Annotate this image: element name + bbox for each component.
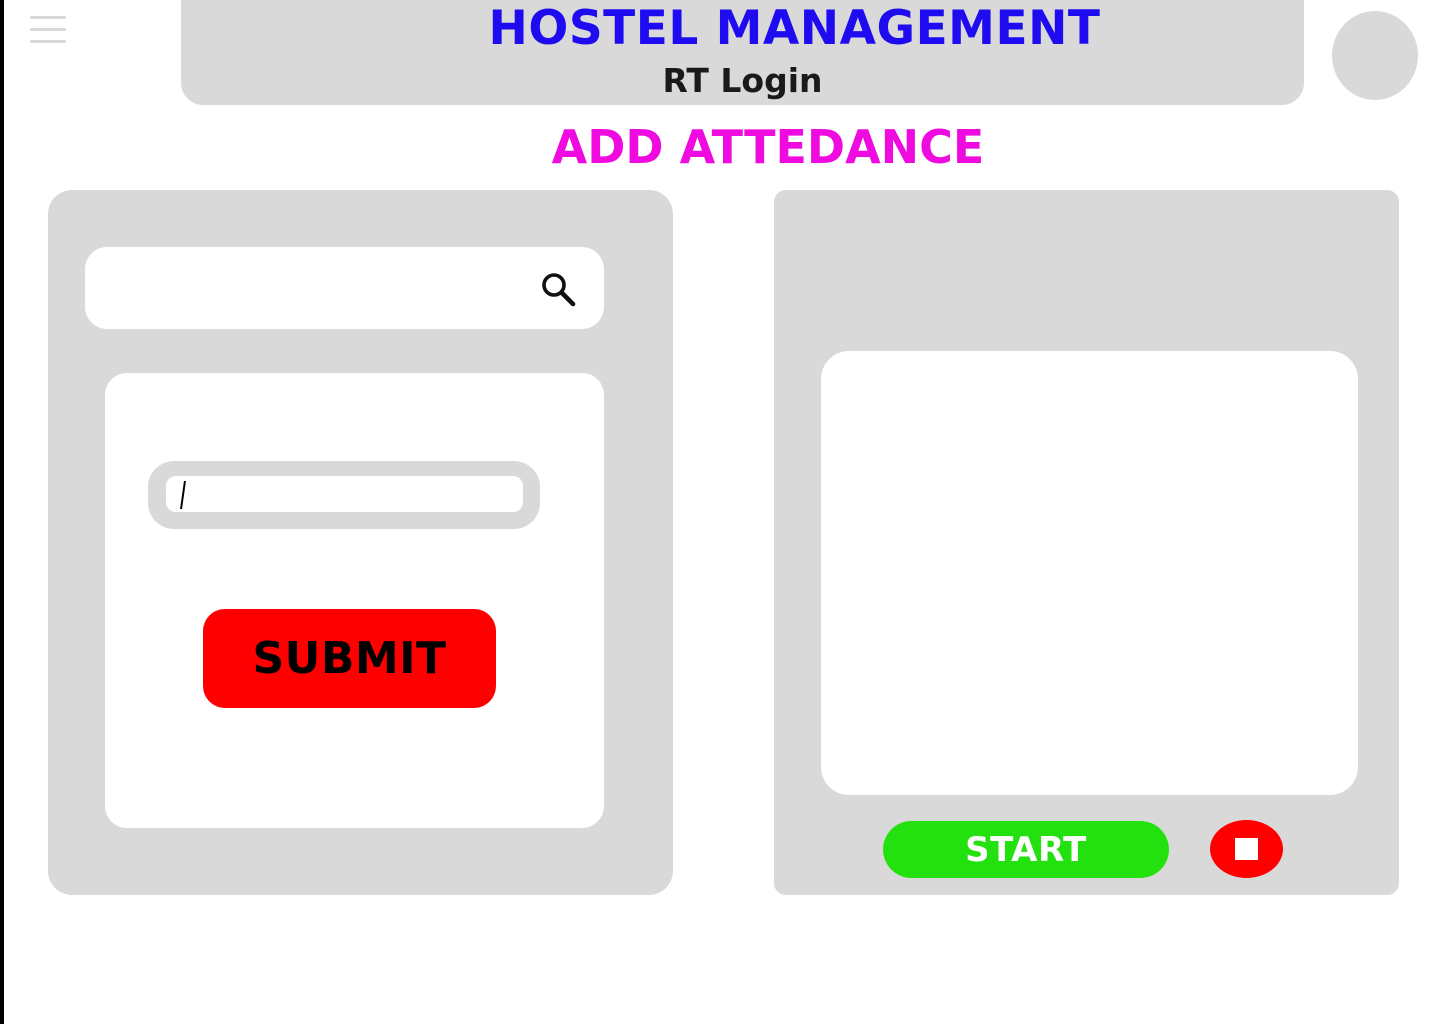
text-field-frame <box>148 461 540 529</box>
menu-line <box>30 40 66 43</box>
login-subtitle: RT Login <box>662 61 823 100</box>
page-root: HOSTEL MANAGEMENT RT Login ADD ATTEDANCE… <box>0 0 1445 1024</box>
attendance-form-panel: SUBMIT <box>48 190 673 895</box>
hamburger-menu-icon[interactable] <box>30 16 66 44</box>
submit-button[interactable]: SUBMIT <box>203 609 496 708</box>
menu-line <box>30 16 66 19</box>
app-title: HOSTEL MANAGEMENT <box>488 1 1101 56</box>
avatar[interactable] <box>1332 11 1418 100</box>
menu-line <box>30 28 66 31</box>
stop-button[interactable] <box>1210 820 1283 878</box>
search-bar[interactable] <box>85 247 604 331</box>
attendance-input[interactable] <box>166 476 523 512</box>
form-card: SUBMIT <box>105 373 604 828</box>
search-input[interactable] <box>105 247 529 331</box>
header-bar: HOSTEL MANAGEMENT RT Login <box>181 0 1304 105</box>
start-button[interactable]: START <box>883 821 1169 878</box>
scanner-panel: START <box>774 190 1399 895</box>
text-field-box[interactable] <box>166 476 523 512</box>
camera-preview <box>821 351 1358 795</box>
stop-icon <box>1235 838 1258 860</box>
search-icon[interactable] <box>540 271 576 307</box>
page-title: ADD ATTEDANCE <box>551 120 985 174</box>
